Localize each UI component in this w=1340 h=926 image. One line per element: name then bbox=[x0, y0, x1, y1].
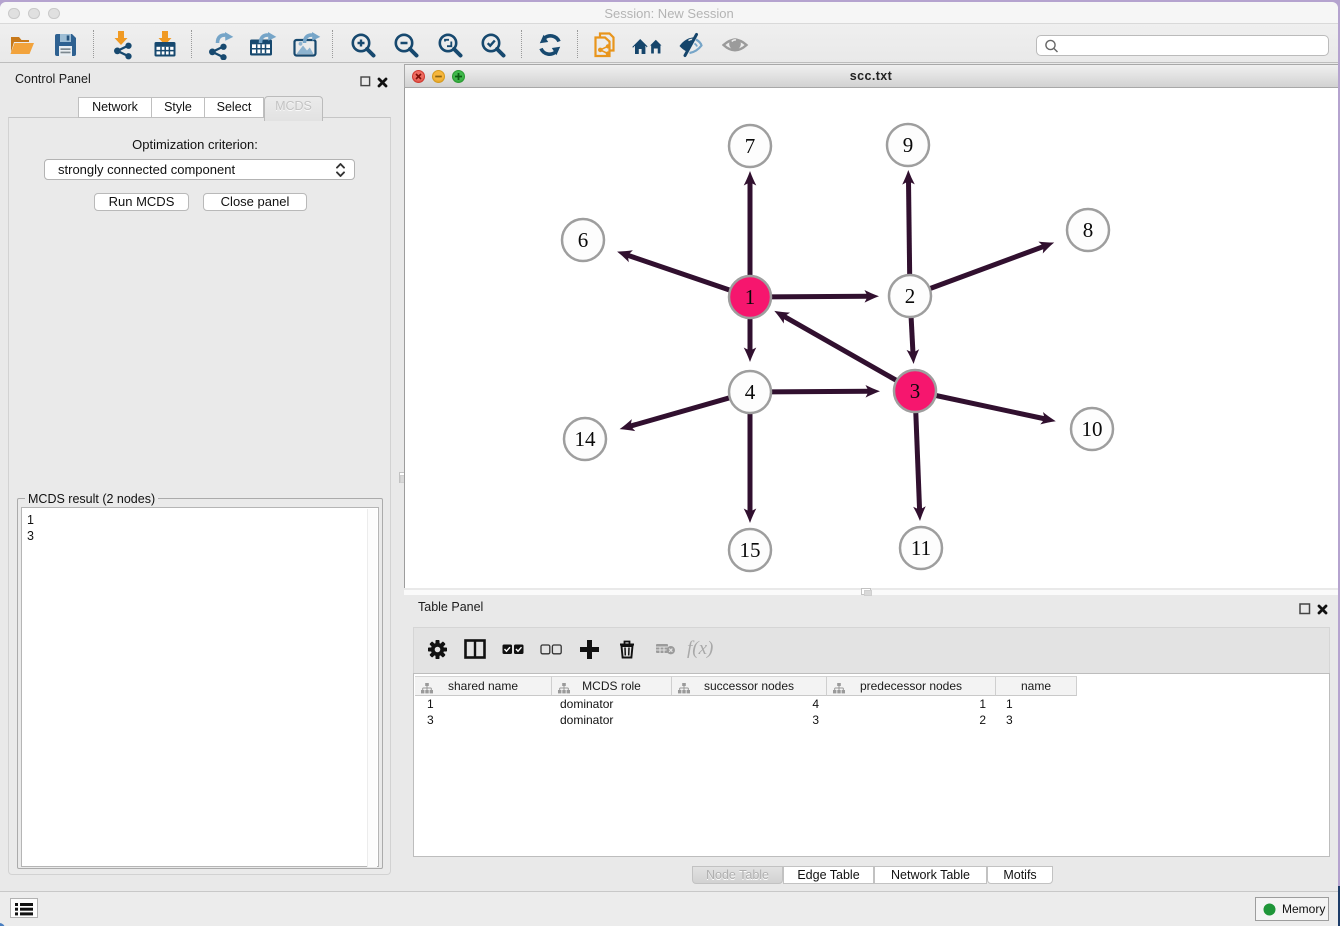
svg-text:7: 7 bbox=[745, 134, 756, 158]
svg-text:9: 9 bbox=[903, 133, 914, 157]
svg-text:4: 4 bbox=[745, 380, 756, 404]
svg-text:6: 6 bbox=[578, 228, 589, 252]
svg-text:1: 1 bbox=[745, 285, 756, 309]
svg-text:10: 10 bbox=[1082, 417, 1103, 441]
svg-text:14: 14 bbox=[575, 427, 597, 451]
svg-text:11: 11 bbox=[911, 536, 931, 560]
svg-text:2: 2 bbox=[905, 284, 916, 308]
svg-text:15: 15 bbox=[740, 538, 761, 562]
svg-text:3: 3 bbox=[910, 379, 921, 403]
svg-text:8: 8 bbox=[1083, 218, 1094, 242]
